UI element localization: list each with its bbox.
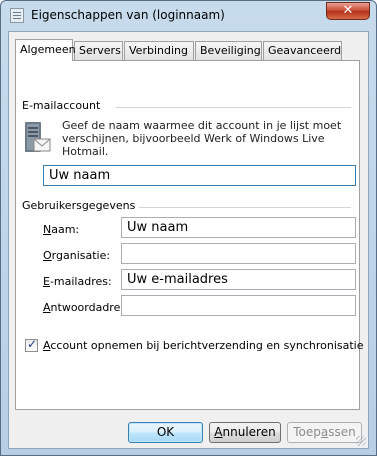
group-divider (116, 107, 351, 109)
tab-panel-algemeen: E-mailaccount Geef de naam waarmee dit a… (15, 60, 364, 410)
cancel-button[interactable]: Annuleren (209, 422, 281, 443)
organization-input[interactable] (121, 243, 356, 264)
tab-algemeen[interactable]: Algemeen (15, 39, 76, 61)
apply-button[interactable]: Toepassen (287, 422, 362, 443)
reply-input[interactable] (121, 295, 356, 316)
email-label: E-mailadres: (43, 275, 112, 288)
window-title: Eigenschappen van (loginnaam) (31, 8, 225, 22)
include-account-label[interactable]: Account opnemen bij berichtverzending en… (43, 339, 364, 352)
email-account-heading: E-mailaccount (22, 99, 105, 112)
mail-server-icon (25, 122, 51, 152)
user-info-heading: Gebruikersgegevens (22, 199, 140, 212)
tab-verbinding[interactable]: Verbinding (124, 41, 194, 60)
email-input[interactable]: Uw e-mailadres (121, 269, 356, 290)
resize-grip[interactable] (356, 436, 366, 446)
tab-geavanceerd[interactable]: Geavanceerd (263, 41, 342, 60)
tab-servers[interactable]: Servers (74, 41, 123, 60)
dialog-body: Algemeen Servers Verbinding Beveiliging … (8, 31, 369, 449)
checkmark-icon: ✓ (27, 337, 38, 351)
account-name-input[interactable]: Uw naam (43, 165, 356, 186)
properties-dialog: Eigenschappen van (loginnaam) ✕ Algemeen… (0, 0, 377, 456)
close-button[interactable]: ✕ (326, 2, 370, 20)
name-input[interactable]: Uw naam (121, 217, 356, 238)
title-bar[interactable]: Eigenschappen van (loginnaam) ✕ (1, 1, 376, 31)
organization-label: Organisatie: (43, 249, 111, 262)
account-description: Geef de naam waarmee dit account in je l… (62, 119, 342, 158)
ok-button[interactable]: OK (128, 422, 203, 443)
name-label: Naam: (43, 223, 80, 236)
include-account-checkbox[interactable]: ✓ (25, 337, 38, 352)
tab-beveiliging[interactable]: Beveiliging (195, 41, 262, 60)
properties-icon (10, 8, 24, 23)
group-divider (132, 207, 351, 209)
reply-label: Antwoordadres: (43, 301, 130, 314)
